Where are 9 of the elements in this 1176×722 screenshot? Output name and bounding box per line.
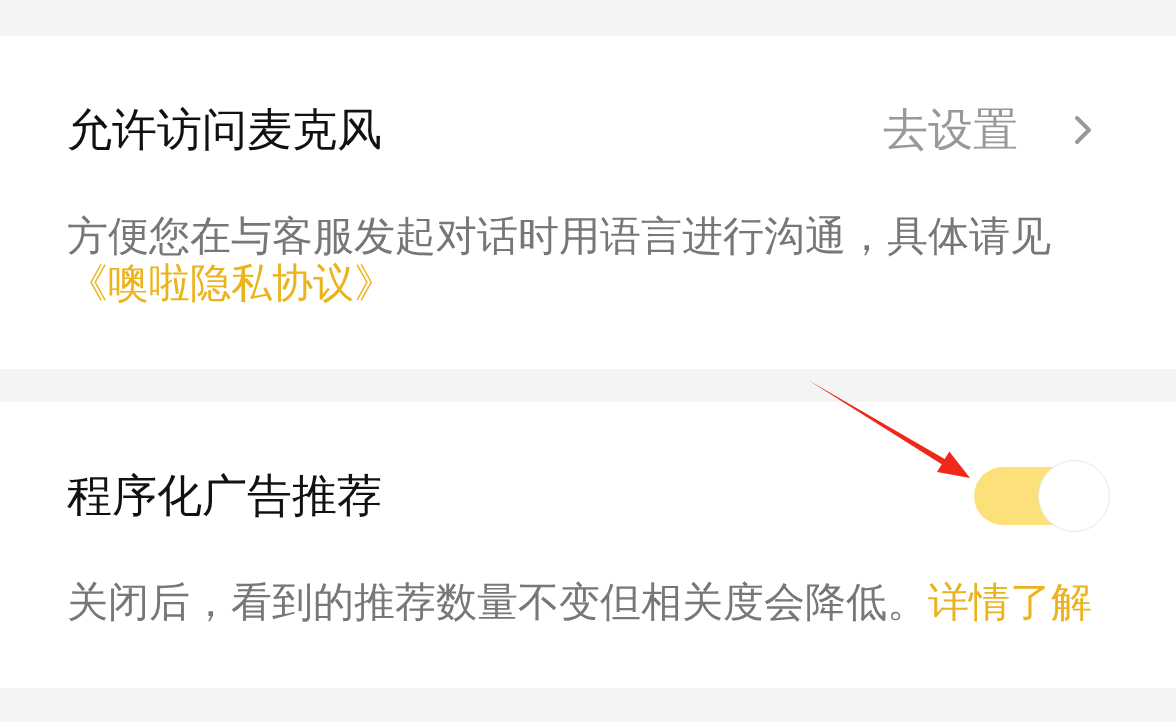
description-text: 关闭后，看到的推荐数量不变但相关度会降低。详情了解 [67, 579, 1093, 626]
toggle-switch[interactable] [974, 460, 1110, 532]
setting-title: 程序化广告推荐 [67, 469, 382, 523]
chevron-right-icon [1074, 115, 1092, 145]
text-link[interactable]: 《噢啦隐私协议》 [67, 259, 395, 307]
setting-title: 允许访问麦克风 [67, 103, 382, 157]
description-text: 方便您在与客服发起对话时用语言进行沟通，具体请见 《噢啦隐私协议》 [67, 213, 1052, 307]
text-link[interactable]: 详情了解 [928, 578, 1092, 626]
go-settings-button[interactable]: 去设置 [883, 103, 1092, 157]
